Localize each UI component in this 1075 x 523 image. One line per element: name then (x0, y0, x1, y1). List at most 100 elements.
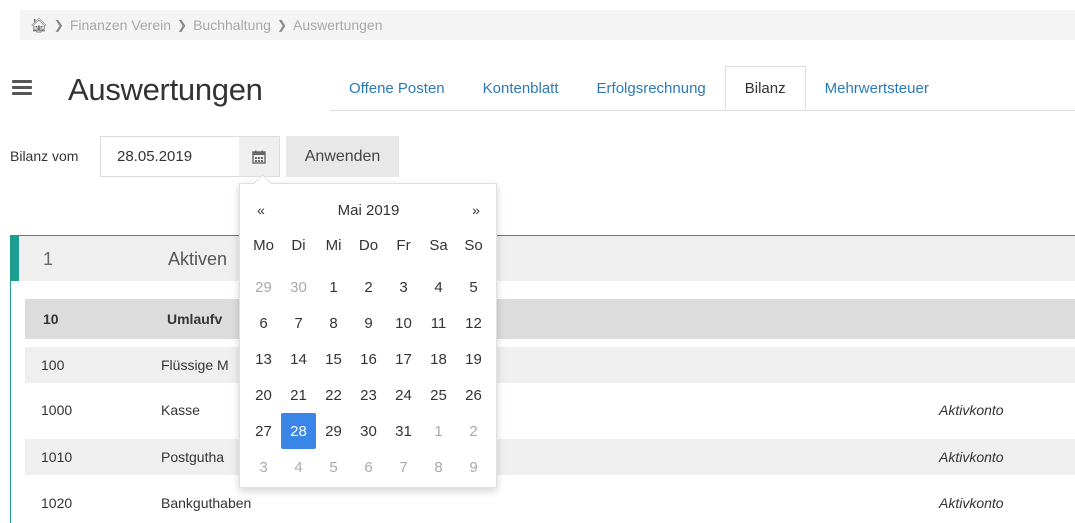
datepicker-day[interactable]: 8 (421, 449, 456, 485)
datepicker-month-label[interactable]: Mai 2019 (338, 202, 400, 219)
chevron-right-icon: ❯ (53, 18, 64, 32)
datepicker-day[interactable]: 3 (386, 269, 421, 305)
datepicker-day[interactable]: 7 (281, 305, 316, 341)
datepicker-day[interactable]: 11 (421, 305, 456, 341)
datepicker-day[interactable]: 24 (386, 377, 421, 413)
tab-erfolgsrechnung[interactable]: Erfolgsrechnung (578, 66, 725, 111)
table-row[interactable]: 1000 Kasse Aktivkonto (25, 392, 1075, 428)
datepicker-day[interactable]: 29 (246, 269, 281, 305)
account-type: Aktivkonto (939, 402, 1004, 418)
breadcrumb-item-buchhaltung[interactable]: Buchhaltung (193, 17, 271, 33)
datepicker-day[interactable]: 1 (421, 413, 456, 449)
calendar-icon[interactable] (239, 136, 280, 177)
account-number: 10 (43, 311, 59, 327)
account-name: Postgutha (161, 449, 225, 465)
datepicker-day[interactable]: 31 (386, 413, 421, 449)
datepicker-day[interactable]: 3 (246, 449, 281, 485)
tab-bar: Offene Posten Kontenblatt Erfolgsrechnun… (330, 66, 948, 111)
breadcrumb: 🏠︎ ❯ Finanzen Verein ❯ Buchhaltung ❯ Aus… (20, 10, 1075, 40)
account-number: 1010 (41, 449, 73, 465)
breadcrumb-item-auswertungen: Auswertungen (293, 17, 383, 33)
datepicker-day[interactable]: 12 (456, 305, 491, 341)
weekday-label: Mo (253, 236, 274, 254)
tabs-divider (330, 110, 1075, 111)
datepicker-day[interactable]: 30 (351, 413, 386, 449)
datepicker-day[interactable]: 2 (456, 413, 491, 449)
chevron-right-icon: ❯ (276, 18, 287, 32)
weekday-label: Di (291, 236, 306, 254)
section-number: 1 (43, 249, 54, 269)
datepicker-day[interactable]: 6 (351, 449, 386, 485)
datepicker-header: « Mai 2019 » (246, 198, 491, 222)
hamburger-menu-icon[interactable] (12, 80, 32, 96)
tab-mehrwertsteuer[interactable]: Mehrwertsteuer (806, 66, 948, 111)
datepicker-day[interactable]: 2 (351, 269, 386, 305)
datepicker-day[interactable]: 20 (246, 377, 281, 413)
balance-date-label: Bilanz vom (10, 148, 79, 164)
home-icon[interactable]: 🏠︎ (30, 17, 48, 34)
weekday-label: So (464, 236, 483, 254)
datepicker-day[interactable]: 30 (281, 269, 316, 305)
datepicker-day[interactable]: 17 (386, 341, 421, 377)
datepicker-day[interactable]: 29 (316, 413, 351, 449)
datepicker-day[interactable]: 21 (281, 377, 316, 413)
weekday-label: Fr (396, 236, 411, 254)
section-header[interactable]: 1 Aktiven (19, 236, 1075, 281)
datepicker-day[interactable]: 14 (281, 341, 316, 377)
datepicker-day[interactable]: 5 (316, 449, 351, 485)
section-name: Aktiven (168, 249, 228, 269)
weekday-label: Sa (429, 236, 448, 254)
account-number: 1020 (41, 495, 73, 511)
datepicker-day[interactable]: 9 (351, 305, 386, 341)
account-type: Aktivkonto (939, 449, 1004, 465)
datepicker-day[interactable]: 5 (456, 269, 491, 305)
datepicker-day[interactable]: 16 (351, 341, 386, 377)
datepicker-day[interactable]: 6 (246, 305, 281, 341)
datepicker-day[interactable]: 9 (456, 449, 491, 485)
datepicker-day[interactable]: 7 (386, 449, 421, 485)
table-row[interactable]: 1010 Postgutha Aktivkonto (25, 439, 1075, 475)
page-title: Auswertungen (68, 72, 263, 107)
datepicker-day[interactable]: 10 (386, 305, 421, 341)
datepicker-day[interactable]: 26 (456, 377, 491, 413)
calendar-icon-svg (252, 150, 266, 164)
datepicker-day[interactable]: 4 (421, 269, 456, 305)
datepicker-day[interactable]: 1 (316, 269, 351, 305)
datepicker-day[interactable]: 27 (246, 413, 281, 449)
datepicker-day[interactable]: 19 (456, 341, 491, 377)
datepicker-grid: Mo Di Mi Do Fr Sa So 29 30 1 2 3 4 5 6 7 8 9 10 11 12 13 14 15 1… (246, 233, 491, 485)
next-month-button[interactable]: » (461, 202, 491, 218)
account-number: 100 (41, 357, 65, 373)
account-name: Umlaufv (167, 311, 223, 327)
datepicker-day[interactable]: 23 (351, 377, 386, 413)
tab-kontenblatt[interactable]: Kontenblatt (464, 66, 578, 111)
datepicker-day[interactable]: 25 (421, 377, 456, 413)
tab-offene-posten[interactable]: Offene Posten (330, 66, 464, 111)
weekday-label: Do (358, 236, 379, 254)
datepicker-day[interactable]: 22 (316, 377, 351, 413)
datepicker-day[interactable]: 15 (316, 341, 351, 377)
apply-button[interactable]: Anwenden (286, 136, 399, 177)
weekday-label: Mi (325, 236, 342, 254)
datepicker-day[interactable]: 13 (246, 341, 281, 377)
chevron-right-icon: ❯ (177, 18, 188, 32)
account-type: Aktivkonto (939, 495, 1004, 511)
table-row-subgroup[interactable]: 100 Flüssige M (25, 347, 1075, 383)
datepicker-day-selected[interactable]: 28 (281, 413, 316, 449)
account-name: Flüssige M (161, 357, 229, 373)
prev-month-button[interactable]: « (246, 202, 276, 218)
tab-bilanz[interactable]: Bilanz (724, 66, 806, 111)
datepicker-day[interactable]: 8 (316, 305, 351, 341)
account-name: Kasse (161, 402, 200, 418)
balance-date-input[interactable] (100, 136, 240, 177)
account-number: 1000 (41, 402, 73, 418)
table-row[interactable]: 1020 Bankguthaben Aktivkonto (25, 485, 1075, 521)
datepicker-popup: « Mai 2019 » Mo Di Mi Do Fr Sa So 29 30 1 2 3 4 5 6 7 8 9… (239, 183, 497, 488)
datepicker-day[interactable]: 4 (281, 449, 316, 485)
balance-section-aktiven: 1 Aktiven 10 Umlaufv 100 Flüssige M 1000… (10, 235, 1075, 523)
table-row-group[interactable]: 10 Umlaufv (25, 299, 1075, 339)
section-accent-bar (10, 236, 19, 281)
breadcrumb-item-finanzen-verein[interactable]: Finanzen Verein (70, 17, 171, 33)
datepicker-day[interactable]: 18 (421, 341, 456, 377)
account-name: Bankguthaben (161, 495, 252, 511)
